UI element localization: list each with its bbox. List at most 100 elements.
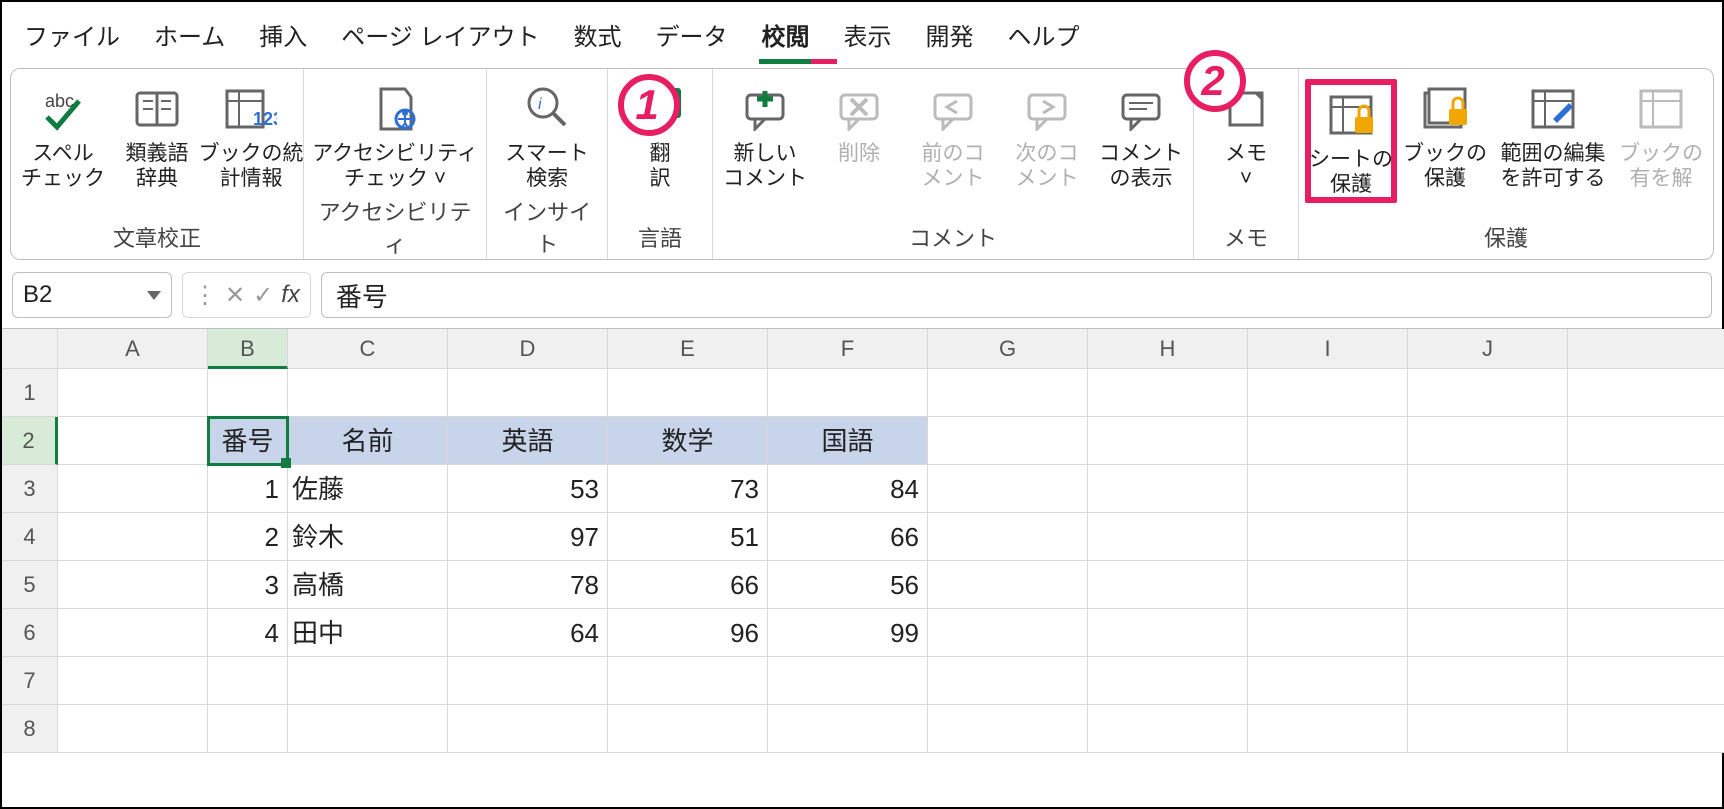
cell-J4[interactable]	[1408, 513, 1568, 561]
cell-C1[interactable]	[288, 369, 448, 417]
cell-extra-5[interactable]	[1568, 561, 1724, 609]
column-header-B[interactable]: B	[208, 329, 288, 369]
cell-I1[interactable]	[1248, 369, 1408, 417]
column-header-D[interactable]: D	[448, 329, 608, 369]
tab-home[interactable]: ホーム	[152, 11, 227, 64]
tab-developer[interactable]: 開発	[923, 11, 975, 64]
cell-B2[interactable]: 番号	[208, 417, 288, 465]
cell-A7[interactable]	[58, 657, 208, 705]
cell-G5[interactable]	[928, 561, 1088, 609]
cell-F3[interactable]: 84	[768, 465, 928, 513]
cell-J7[interactable]	[1408, 657, 1568, 705]
column-header-H[interactable]: H	[1088, 329, 1248, 369]
row-header-1[interactable]: 1	[2, 369, 58, 417]
cell-J8[interactable]	[1408, 705, 1568, 753]
tab-view[interactable]: 表示	[841, 11, 893, 64]
cell-J5[interactable]	[1408, 561, 1568, 609]
column-header-G[interactable]: G	[928, 329, 1088, 369]
smart-lookup-button[interactable]: iスマート検索	[501, 79, 593, 191]
column-header-A[interactable]: A	[58, 329, 208, 369]
cell-A3[interactable]	[58, 465, 208, 513]
cell-E5[interactable]: 66	[608, 561, 768, 609]
cell-A2[interactable]	[58, 417, 208, 465]
cell-H8[interactable]	[1088, 705, 1248, 753]
cell-H4[interactable]	[1088, 513, 1248, 561]
cell-B6[interactable]: 4	[208, 609, 288, 657]
cell-H7[interactable]	[1088, 657, 1248, 705]
cell-F7[interactable]	[768, 657, 928, 705]
column-header-extra[interactable]	[1568, 329, 1724, 369]
column-header-E[interactable]: E	[608, 329, 768, 369]
cell-G3[interactable]	[928, 465, 1088, 513]
column-header-C[interactable]: C	[288, 329, 448, 369]
fx-icon[interactable]: fx	[281, 281, 300, 309]
cell-J2[interactable]	[1408, 417, 1568, 465]
cell-F5[interactable]: 56	[768, 561, 928, 609]
cell-H6[interactable]	[1088, 609, 1248, 657]
cell-I2[interactable]	[1248, 417, 1408, 465]
protect-workbook-button[interactable]: ブックの保護	[1399, 79, 1491, 191]
cell-J6[interactable]	[1408, 609, 1568, 657]
cell-G2[interactable]	[928, 417, 1088, 465]
cell-E3[interactable]: 73	[608, 465, 768, 513]
cell-extra-8[interactable]	[1568, 705, 1724, 753]
cell-I8[interactable]	[1248, 705, 1408, 753]
row-header-8[interactable]: 8	[2, 705, 58, 753]
cell-C8[interactable]	[288, 705, 448, 753]
cell-I3[interactable]	[1248, 465, 1408, 513]
tab-file[interactable]: ファイル	[22, 11, 122, 64]
cell-I7[interactable]	[1248, 657, 1408, 705]
row-header-3[interactable]: 3	[2, 465, 58, 513]
tab-help[interactable]: ヘルプ	[1005, 11, 1081, 64]
cell-E4[interactable]: 51	[608, 513, 768, 561]
cell-G7[interactable]	[928, 657, 1088, 705]
cell-H2[interactable]	[1088, 417, 1248, 465]
cell-A4[interactable]	[58, 513, 208, 561]
thesaurus-button[interactable]: 類義語辞典	[111, 79, 203, 191]
enter-icon[interactable]: ✓	[253, 281, 273, 310]
cell-I4[interactable]	[1248, 513, 1408, 561]
cell-H3[interactable]	[1088, 465, 1248, 513]
cell-extra-4[interactable]	[1568, 513, 1724, 561]
spreadsheet-grid[interactable]: ABCDEFGHIJ12番号名前英語数学国語31佐藤53738442鈴木9751…	[2, 328, 1722, 753]
cell-B4[interactable]: 2	[208, 513, 288, 561]
cell-E1[interactable]	[608, 369, 768, 417]
cell-B7[interactable]	[208, 657, 288, 705]
row-header-5[interactable]: 5	[2, 561, 58, 609]
cell-extra-3[interactable]	[1568, 465, 1724, 513]
cell-C6[interactable]: 田中	[288, 609, 448, 657]
show-comments-button[interactable]: コメントの表示	[1095, 79, 1187, 191]
tab-insert[interactable]: 挿入	[257, 11, 309, 64]
row-header-7[interactable]: 7	[2, 657, 58, 705]
cell-H1[interactable]	[1088, 369, 1248, 417]
cell-E8[interactable]	[608, 705, 768, 753]
cell-D5[interactable]: 78	[448, 561, 608, 609]
row-header-4[interactable]: 4	[2, 513, 58, 561]
tab-data[interactable]: データ	[653, 11, 729, 64]
select-all-corner[interactable]	[2, 329, 58, 369]
tab-review[interactable]: 校閲	[759, 11, 811, 64]
name-box[interactable]: B2	[12, 272, 172, 318]
cell-extra-7[interactable]	[1568, 657, 1724, 705]
column-header-I[interactable]: I	[1248, 329, 1408, 369]
cell-B8[interactable]	[208, 705, 288, 753]
cell-E6[interactable]: 96	[608, 609, 768, 657]
protect-sheet-button[interactable]: シートの保護	[1305, 79, 1397, 203]
workbook-stats-button[interactable]: 123ブックの統計情報	[205, 79, 297, 191]
cell-D1[interactable]	[448, 369, 608, 417]
cell-C7[interactable]	[288, 657, 448, 705]
cell-G1[interactable]	[928, 369, 1088, 417]
fill-handle[interactable]	[281, 458, 291, 468]
cell-extra-2[interactable]	[1568, 417, 1724, 465]
cell-H5[interactable]	[1088, 561, 1248, 609]
cell-A1[interactable]	[58, 369, 208, 417]
cell-F4[interactable]: 66	[768, 513, 928, 561]
cell-G6[interactable]	[928, 609, 1088, 657]
cell-D2[interactable]: 英語	[448, 417, 608, 465]
spellcheck-button[interactable]: abcスペルチェック	[17, 79, 109, 191]
cell-F6[interactable]: 99	[768, 609, 928, 657]
cell-G4[interactable]	[928, 513, 1088, 561]
row-header-2[interactable]: 2	[2, 417, 58, 465]
column-header-F[interactable]: F	[768, 329, 928, 369]
cell-I6[interactable]	[1248, 609, 1408, 657]
